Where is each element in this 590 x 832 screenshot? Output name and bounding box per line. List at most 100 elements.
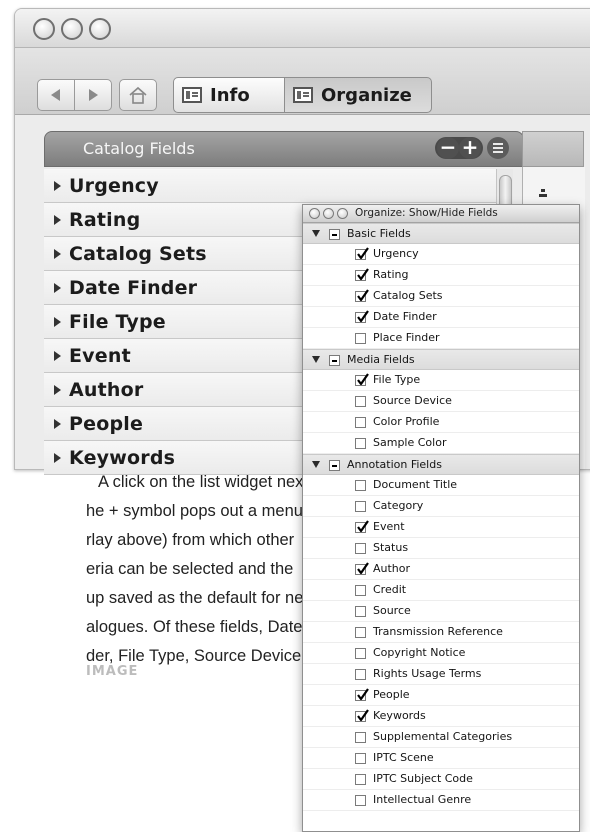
organize-view-icon bbox=[293, 87, 313, 103]
field-checkbox[interactable] bbox=[355, 562, 369, 575]
field-checkbox[interactable] bbox=[355, 373, 369, 386]
field-checkbox[interactable] bbox=[355, 247, 369, 260]
checkmark-icon bbox=[357, 268, 369, 281]
field-checkbox[interactable] bbox=[355, 688, 369, 701]
field-checkbox[interactable] bbox=[355, 543, 366, 554]
catalog-fields-header: Catalog Fields − + bbox=[44, 131, 524, 167]
field-checkbox[interactable] bbox=[355, 606, 366, 617]
checkmark-icon bbox=[357, 520, 369, 533]
field-option-copyright-notice[interactable]: Copyright Notice bbox=[303, 643, 579, 664]
field-option-people[interactable]: People bbox=[303, 685, 579, 706]
group-checkbox[interactable] bbox=[329, 229, 340, 240]
field-option-file-type[interactable]: File Type bbox=[303, 370, 579, 391]
field-option-iptc-scene[interactable]: IPTC Scene bbox=[303, 748, 579, 769]
field-checkbox[interactable] bbox=[355, 732, 366, 743]
field-checkbox[interactable] bbox=[355, 520, 369, 533]
field-option-date-finder[interactable]: Date Finder bbox=[303, 307, 579, 328]
field-option-source[interactable]: Source bbox=[303, 601, 579, 622]
checkmark-icon bbox=[357, 562, 369, 575]
field-row-urgency[interactable]: Urgency bbox=[44, 169, 512, 203]
field-option-credit[interactable]: Credit bbox=[303, 580, 579, 601]
field-option-label: File Type bbox=[373, 373, 421, 386]
home-button[interactable] bbox=[119, 79, 157, 111]
checkmark-icon bbox=[357, 688, 369, 701]
caption-line: he + symbol pops out a menu bbox=[86, 502, 303, 520]
show-hide-fields-panel: Organize: Show/Hide Fields Basic Fields U… bbox=[302, 204, 580, 832]
field-option-label: Urgency bbox=[373, 247, 419, 260]
zoom-window-button[interactable] bbox=[89, 18, 111, 40]
field-checkbox[interactable] bbox=[355, 709, 369, 722]
field-checkbox[interactable] bbox=[355, 669, 366, 680]
close-window-button[interactable] bbox=[33, 18, 55, 40]
field-option-place-finder[interactable]: Place Finder bbox=[303, 328, 579, 349]
field-option-rights-usage-terms[interactable]: Rights Usage Terms bbox=[303, 664, 579, 685]
field-option-author[interactable]: Author bbox=[303, 559, 579, 580]
disclosure-triangle-icon[interactable] bbox=[312, 356, 320, 363]
group-row-annotation-fields[interactable]: Annotation Fields bbox=[303, 454, 579, 475]
field-option-label: Intellectual Genre bbox=[373, 793, 472, 806]
disclosure-triangle-icon bbox=[54, 248, 61, 259]
back-button[interactable] bbox=[37, 79, 75, 111]
disclosure-triangle-icon bbox=[54, 316, 61, 327]
group-label: Media Fields bbox=[347, 353, 415, 366]
group-row-basic-fields[interactable]: Basic Fields bbox=[303, 223, 579, 244]
field-option-category[interactable]: Category bbox=[303, 496, 579, 517]
field-option-document-title[interactable]: Document Title bbox=[303, 475, 579, 496]
field-checkbox[interactable] bbox=[355, 795, 366, 806]
field-checkbox[interactable] bbox=[355, 333, 366, 344]
field-option-intellectual-genre[interactable]: Intellectual Genre bbox=[303, 790, 579, 811]
overlay-close-button[interactable] bbox=[309, 208, 320, 219]
group-row-media-fields[interactable]: Media Fields bbox=[303, 349, 579, 370]
field-list-menu-button[interactable] bbox=[487, 137, 509, 159]
field-option-label: Catalog Sets bbox=[373, 289, 443, 302]
field-checkbox[interactable] bbox=[355, 289, 369, 302]
content-header-strip bbox=[522, 131, 584, 167]
field-checkbox[interactable] bbox=[355, 501, 366, 512]
field-option-label: Place Finder bbox=[373, 331, 440, 344]
field-checkbox[interactable] bbox=[355, 627, 366, 638]
field-option-event[interactable]: Event bbox=[303, 517, 579, 538]
group-checkbox[interactable] bbox=[329, 355, 340, 366]
disclosure-triangle-icon[interactable] bbox=[312, 461, 320, 468]
overlay-zoom-button[interactable] bbox=[337, 208, 348, 219]
field-option-iptc-subject-code[interactable]: IPTC Subject Code bbox=[303, 769, 579, 790]
field-checkbox[interactable] bbox=[355, 648, 366, 659]
sort-icon bbox=[539, 189, 547, 197]
field-checkbox[interactable] bbox=[355, 774, 366, 785]
field-checkbox[interactable] bbox=[355, 268, 369, 281]
field-option-urgency[interactable]: Urgency bbox=[303, 244, 579, 265]
field-option-supplemental-categories[interactable]: Supplemental Categories bbox=[303, 727, 579, 748]
field-checkbox[interactable] bbox=[355, 310, 369, 323]
field-option-label: Copyright Notice bbox=[373, 646, 466, 659]
field-option-sample-color[interactable]: Sample Color bbox=[303, 433, 579, 454]
disclosure-triangle-icon[interactable] bbox=[312, 230, 320, 237]
field-checkbox[interactable] bbox=[355, 417, 366, 428]
forward-button[interactable] bbox=[74, 79, 112, 111]
field-option-transmission-reference[interactable]: Transmission Reference bbox=[303, 622, 579, 643]
field-checkbox[interactable] bbox=[355, 438, 366, 449]
field-option-label: Rating bbox=[373, 268, 409, 281]
overlay-titlebar: Organize: Show/Hide Fields bbox=[303, 205, 579, 223]
info-view-label: Info bbox=[210, 84, 250, 106]
field-option-color-profile[interactable]: Color Profile bbox=[303, 412, 579, 433]
field-option-rating[interactable]: Rating bbox=[303, 265, 579, 286]
disclosure-triangle-icon bbox=[54, 452, 61, 463]
caption-line: rlay above) from which other bbox=[86, 531, 295, 549]
group-label: Annotation Fields bbox=[347, 458, 442, 471]
remove-field-button[interactable]: − bbox=[437, 137, 459, 159]
field-option-keywords[interactable]: Keywords bbox=[303, 706, 579, 727]
field-option-source-device[interactable]: Source Device bbox=[303, 391, 579, 412]
field-option-catalog-sets[interactable]: Catalog Sets bbox=[303, 286, 579, 307]
overlay-minimize-button[interactable] bbox=[323, 208, 334, 219]
info-view-button[interactable]: Info bbox=[173, 77, 285, 113]
field-checkbox[interactable] bbox=[355, 480, 366, 491]
field-option-status[interactable]: Status bbox=[303, 538, 579, 559]
field-option-label: IPTC Scene bbox=[373, 751, 434, 764]
field-checkbox[interactable] bbox=[355, 753, 366, 764]
field-checkbox[interactable] bbox=[355, 585, 366, 596]
add-field-button[interactable]: + bbox=[459, 137, 481, 159]
field-checkbox[interactable] bbox=[355, 396, 366, 407]
group-checkbox[interactable] bbox=[329, 460, 340, 471]
organize-view-button[interactable]: Organize bbox=[284, 77, 432, 113]
minimize-window-button[interactable] bbox=[61, 18, 83, 40]
